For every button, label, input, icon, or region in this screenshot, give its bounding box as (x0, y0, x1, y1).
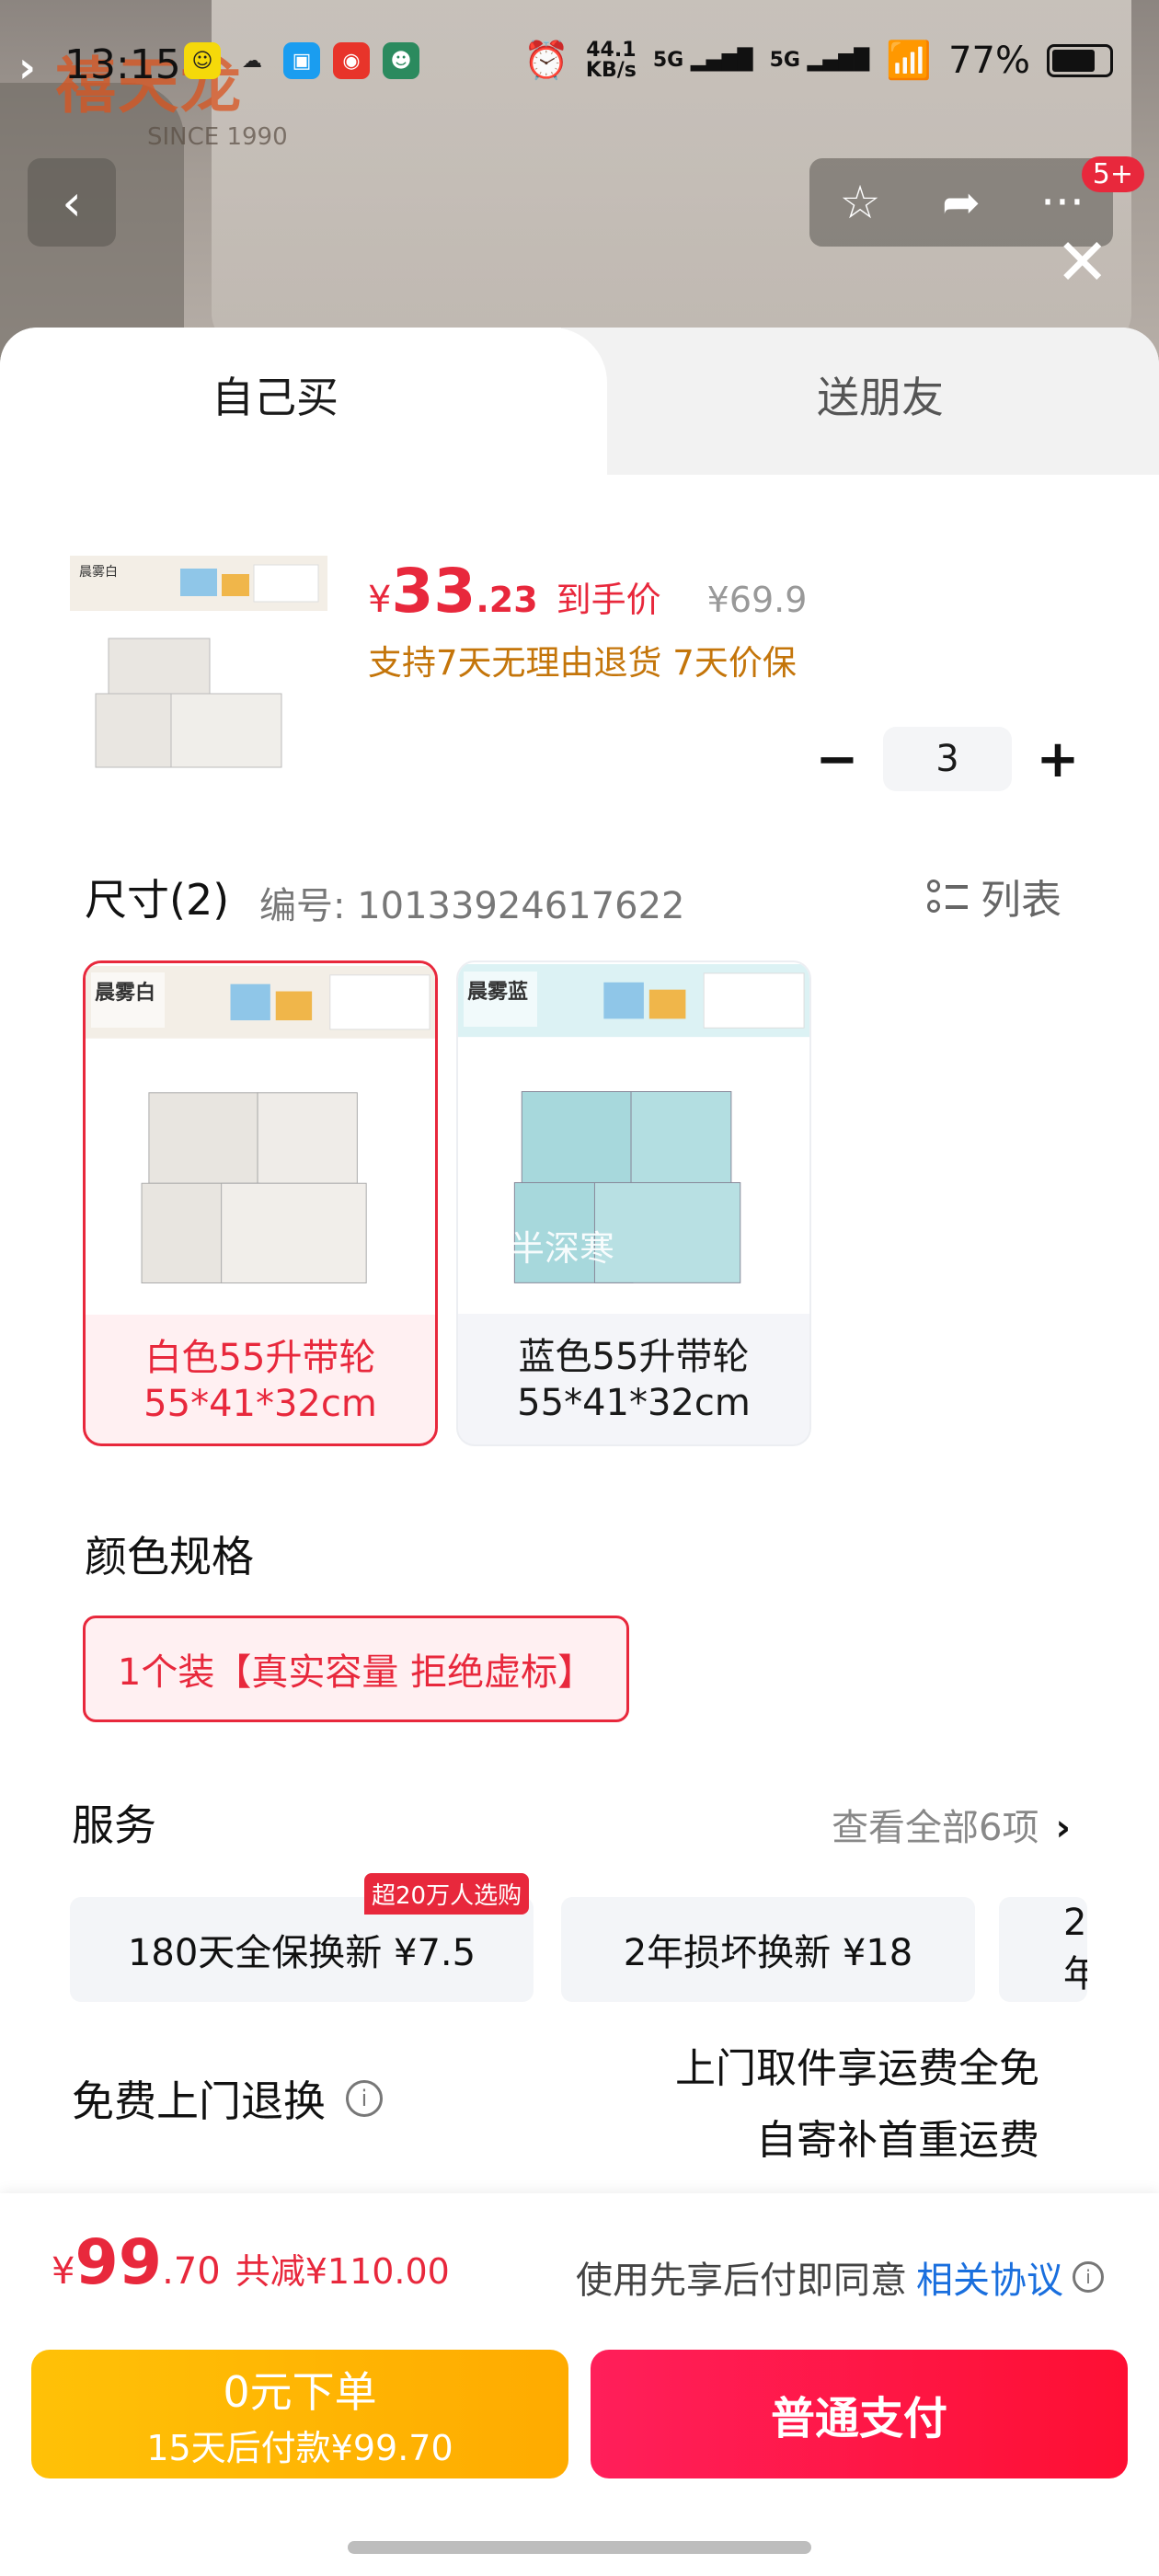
decrease-button[interactable]: − (809, 730, 865, 789)
hot-badge: 超20万人选购 (364, 1873, 530, 1915)
agreement-text: 使用先享后付即同意 相关协议 i (576, 2250, 1104, 2304)
status-bar: › 13:15 ☺ ☁ ▣ ◉ ☻ ⏰ 44.1 KB/s 5G ▂▄▆█ 5G … (0, 37, 1159, 92)
color-spec-title: 颜色规格 (85, 1532, 254, 1581)
color-tag: 晨雾蓝 (464, 972, 537, 1027)
close-icon[interactable]: ✕ (1055, 230, 1109, 294)
info-icon[interactable]: i (1073, 2261, 1104, 2293)
guarantee-tags: 支持7天无理由退货 7天价保 (368, 643, 797, 683)
service-option[interactable]: 2年损坏换新 ¥18 (561, 1897, 975, 2002)
thumb-color-label: 晨雾白 (79, 565, 118, 580)
quantity-stepper: − 3 + (809, 727, 1085, 791)
message-badge: 5+ (1081, 156, 1144, 192)
wifi-icon: 📶 (886, 40, 933, 82)
free-return-desc: 上门取件享运费全免 自寄补首重运费 (675, 2045, 1039, 2164)
chevron-right-icon: › (18, 42, 36, 92)
app-notification-icon: ☺ (184, 42, 221, 79)
tab-send-to-friend[interactable]: 送朋友 (817, 364, 944, 425)
color-tag: 晨雾白 (91, 972, 165, 1028)
list-icon (927, 876, 968, 916)
increase-button[interactable]: + (1030, 730, 1085, 789)
price-integer: 33 (391, 556, 476, 627)
chevron-left-icon: ‹ (62, 173, 82, 232)
pay-now-button[interactable]: 普通支付 (591, 2350, 1128, 2478)
service-option[interactable]: 2年 (999, 1897, 1087, 2002)
free-return-title: 免费上门退换 (72, 2076, 326, 2126)
info-icon[interactable]: i (346, 2080, 383, 2117)
watermark-text: 夜半深寒 (475, 1228, 615, 1269)
app-notification-icon: ▣ (283, 42, 320, 79)
alarm-icon: ⏰ (523, 40, 569, 82)
product-thumbnail[interactable]: 晨雾白 (70, 556, 327, 795)
brand-since: SINCE 1990 (147, 123, 288, 151)
original-price: ¥69.9 (706, 580, 808, 620)
tab-buy-for-self[interactable]: 自己买 (212, 364, 339, 425)
list-view-label: 列表 (981, 877, 1061, 924)
size-option-white[interactable]: 晨雾白 白色55升带轮 55*41*32cm (83, 960, 438, 1446)
size-section-title: 尺寸(2) (85, 875, 230, 925)
quantity-input[interactable]: 3 (883, 727, 1012, 791)
agreement-link[interactable]: 相关协议 (916, 2250, 1063, 2304)
battery-percent: 77% (948, 39, 1030, 82)
status-right: ⏰ 44.1 KB/s 5G ▂▄▆█ 5G ▂▄▆█ 📶 77% (523, 39, 1113, 82)
price-decimal: .23 (476, 580, 538, 620)
app-notification-icon: ☻ (383, 42, 419, 79)
signal-icon: 5G ▂▄▆█ (652, 49, 753, 72)
view-all-services[interactable]: 查看全部6项 › (832, 1798, 1071, 1851)
favorite-star-icon[interactable]: ☆ (809, 176, 911, 229)
purchase-tabs: 自己买 送朋友 (0, 328, 1159, 475)
size-option-blue[interactable]: 晨雾蓝 蓝色55升带轮 55*41*32cm (456, 960, 811, 1446)
discount-total: 共减¥110.00 (235, 2251, 450, 2292)
status-time: 13:15 (64, 40, 181, 88)
total-price: ¥ 99 .70 共减¥110.00 (52, 2226, 450, 2299)
net-speed: 44.1 KB/s (585, 38, 637, 82)
list-view-toggle[interactable]: 列表 (927, 867, 1061, 926)
service-section-title: 服务 (72, 1800, 156, 1850)
signal-icon: 5G ▂▄▆█ (769, 49, 870, 72)
size-option-caption: 白色55升带轮 55*41*32cm (143, 1337, 377, 1425)
chevron-right-icon: › (1055, 1807, 1071, 1849)
size-option-caption: 蓝色55升带轮 55*41*32cm (517, 1336, 751, 1424)
product-code: 编号: 10133924617622 (259, 885, 685, 927)
share-icon[interactable]: ➦ (911, 176, 1012, 229)
battery-icon (1047, 43, 1113, 77)
free-return-row: 免费上门退换 i (72, 2068, 383, 2129)
pay-later-button[interactable]: 0元下单 15天后付款¥99.70 (31, 2350, 568, 2478)
price-row: ¥ 33 .23 到手价 ¥69.9 (368, 556, 807, 627)
checkout-bar: ¥ 99 .70 共减¥110.00 使用先享后付即同意 相关协议 i 0元下单… (0, 2193, 1159, 2576)
price-label: 到手价 (556, 580, 661, 620)
app-notification-icon: ◉ (333, 42, 370, 79)
app-notification-icon: ☁ (242, 49, 262, 73)
home-indicator (348, 2541, 811, 2554)
back-button[interactable]: ‹ (28, 158, 116, 247)
price-currency: ¥ (368, 579, 392, 621)
spec-option-selected[interactable]: 1个装【真实容量 拒绝虚标】 (83, 1616, 629, 1722)
